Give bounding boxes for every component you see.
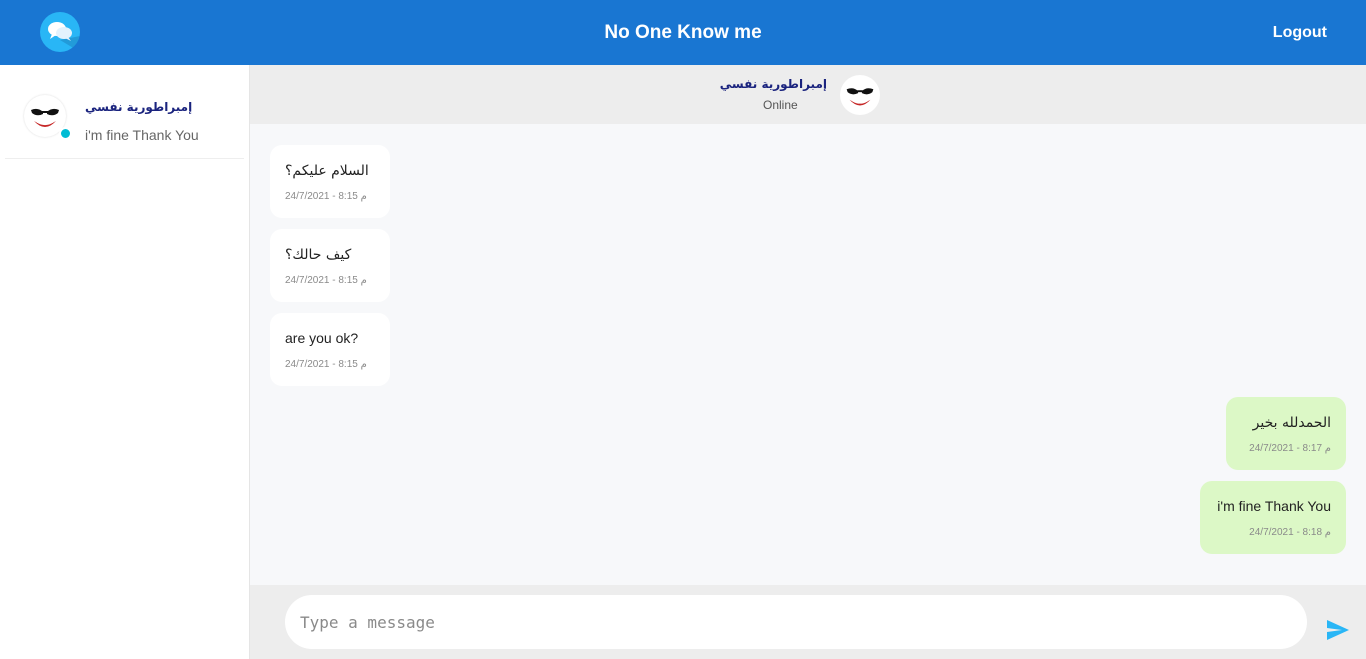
message-text: i'm fine Thank You bbox=[1217, 498, 1331, 514]
logout-button[interactable]: Logout bbox=[1273, 0, 1327, 65]
top-app-bar: No One Know me Logout bbox=[0, 0, 1366, 65]
chat-panel: إمبراطورية نفسي Online السلام عليكم؟ 24/… bbox=[250, 65, 1366, 659]
message-time: 24/7/2021 - 8:15 م bbox=[285, 359, 367, 370]
message-text: كيف حالك؟ bbox=[285, 247, 352, 263]
chat-header: إمبراطورية نفسي Online bbox=[250, 65, 1366, 124]
message-composer bbox=[250, 585, 1366, 659]
message-bubble: الحمدلله بخير 24/7/2021 - 8:17 م bbox=[1226, 397, 1346, 470]
message-bubble: are you ok? 24/7/2021 - 8:15 م bbox=[270, 313, 390, 386]
contact-item[interactable]: إمبراطورية نفسي i'm fine Thank You bbox=[5, 65, 244, 159]
chat-bubbles-icon[interactable] bbox=[40, 12, 80, 52]
message-time: 24/7/2021 - 8:15 م bbox=[285, 191, 367, 202]
message-time: 24/7/2021 - 8:17 م bbox=[1249, 443, 1331, 454]
contact-name: إمبراطورية نفسي bbox=[85, 100, 193, 114]
message-input[interactable] bbox=[285, 595, 1307, 649]
message-bubble: كيف حالك؟ 24/7/2021 - 8:15 م bbox=[270, 229, 390, 302]
online-status-dot bbox=[59, 127, 72, 140]
message-time: 24/7/2021 - 8:18 م bbox=[1249, 527, 1331, 538]
message-bubble: i'm fine Thank You 24/7/2021 - 8:18 م bbox=[1200, 481, 1346, 554]
contact-last-message: i'm fine Thank You bbox=[85, 127, 199, 143]
message-text: are you ok? bbox=[285, 330, 359, 346]
message-text: السلام عليكم؟ bbox=[285, 163, 369, 179]
send-icon[interactable] bbox=[1326, 619, 1350, 641]
chat-contact-name: إمبراطورية نفسي bbox=[719, 77, 827, 91]
joker-avatar[interactable] bbox=[840, 75, 880, 115]
message-bubble: السلام عليكم؟ 24/7/2021 - 8:15 م bbox=[270, 145, 390, 218]
contacts-sidebar: إمبراطورية نفسي i'm fine Thank You bbox=[0, 65, 250, 659]
message-text: الحمدلله بخير bbox=[1252, 415, 1331, 431]
app-title: No One Know me bbox=[604, 22, 762, 43]
message-time: 24/7/2021 - 8:15 م bbox=[285, 275, 367, 286]
